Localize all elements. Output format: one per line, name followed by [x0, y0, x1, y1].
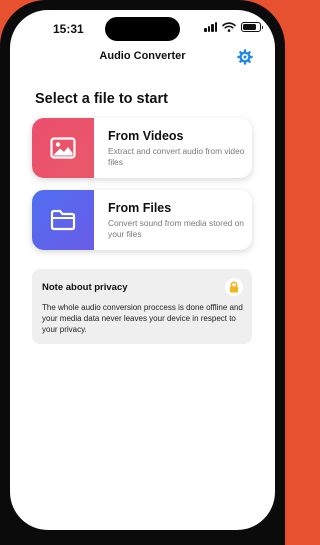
from-videos-title: From Videos [108, 129, 184, 143]
gear-icon[interactable] [237, 49, 253, 65]
dynamic-island [105, 17, 180, 41]
battery-icon [241, 22, 263, 32]
from-videos-icon-box [32, 118, 94, 178]
privacy-title: Note about privacy [42, 282, 128, 293]
status-bar: 15:31 [10, 10, 275, 46]
from-files-icon-box [32, 190, 94, 250]
privacy-text: The whole audio conversion proccess is d… [42, 303, 243, 334]
cellular-signal-icon [204, 22, 217, 32]
from-files-title: From Files [108, 201, 172, 215]
status-icons [204, 22, 263, 32]
image-icon [50, 137, 76, 159]
from-videos-description: Extract and convert audio from video fil… [108, 146, 245, 167]
from-videos-card[interactable]: From Videos Extract and convert audio fr… [32, 118, 252, 178]
nav-title: Audio Converter [99, 50, 186, 62]
status-time: 15:31 [53, 22, 84, 36]
app-screen: 15:31 Audio Converter Select a file to s… [10, 10, 275, 530]
wifi-icon [222, 22, 236, 32]
page-heading: Select a file to start [35, 91, 168, 107]
from-files-card[interactable]: From Files Convert sound from media stor… [32, 190, 252, 250]
from-files-description: Convert sound from media stored on your … [108, 218, 244, 239]
lock-icon [230, 281, 238, 293]
lock-badge [225, 278, 243, 296]
privacy-note: Note about privacy The whole audio conve… [32, 269, 252, 344]
folder-icon [50, 209, 76, 231]
phone-frame: 15:31 Audio Converter Select a file to s… [0, 0, 285, 545]
